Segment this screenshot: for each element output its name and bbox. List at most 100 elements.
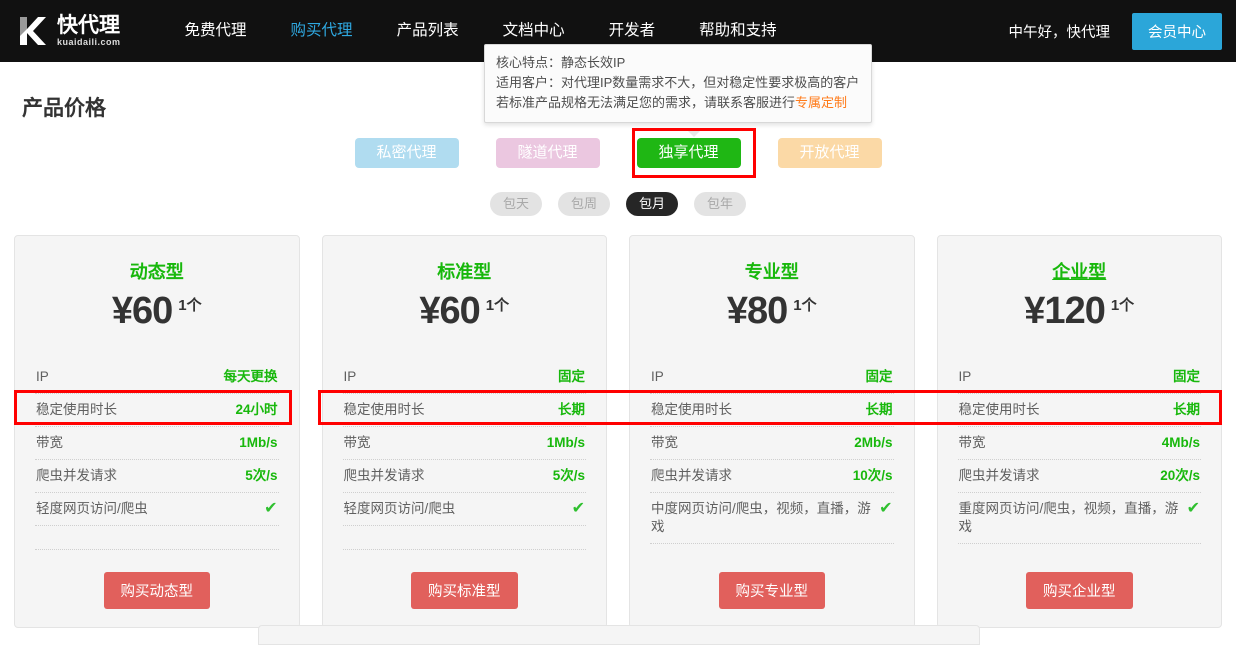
spec-value: 5次/s bbox=[553, 467, 585, 485]
tooltip-line-custom: 若标准产品规格无法满足您的需求，请联系客服进行专属定制 bbox=[496, 93, 860, 113]
duration-tab-group: 包天 包周 包月 包年 bbox=[14, 192, 1222, 216]
card-price-unit: 1个 bbox=[793, 297, 816, 314]
spec-label: 稳定使用时长 bbox=[344, 401, 433, 419]
spec-row-ip: IP 固定 bbox=[958, 361, 1202, 394]
site-logo[interactable]: 快代理 kuaidaili.com bbox=[16, 10, 121, 52]
spec-value: 2Mb/s bbox=[854, 434, 892, 452]
pricing-card: 标准型 ¥601个 IP 固定 稳定使用时长 长期 带宽 1Mb/s 爬虫并 bbox=[322, 235, 608, 628]
spec-value: 10次/s bbox=[853, 467, 893, 485]
spec-label: 轻度网页访问/爬虫 bbox=[344, 500, 464, 518]
card-price-unit: 1个 bbox=[486, 297, 509, 314]
spec-row-usage: 重度网页访问/爬虫，视频，直播，游戏 ✔ bbox=[958, 493, 1202, 544]
spec-label: IP bbox=[959, 368, 980, 386]
pricing-card-list: 动态型 ¥60 1个 IP 每天更换 稳定使用时长 24小时 带宽 1Mb/s bbox=[14, 235, 1222, 628]
spec-label: 稳定使用时长 bbox=[36, 401, 125, 419]
card-title: 企业型 bbox=[958, 258, 1202, 284]
logo-k-icon bbox=[16, 14, 50, 48]
spec-row-usage: 轻度网页访问/爬虫 ✔ bbox=[343, 493, 587, 526]
spec-label: 稳定使用时长 bbox=[651, 401, 740, 419]
spec-row-usage: 轻度网页访问/爬虫 ✔ bbox=[35, 493, 279, 526]
spec-value: 长期 bbox=[1173, 401, 1200, 419]
card-title: 标准型 bbox=[343, 258, 587, 284]
top-navigation-bar: 快代理 kuaidaili.com 免费代理 购买代理 产品列表 文档中心 开发… bbox=[0, 0, 1236, 62]
spec-label: IP bbox=[344, 368, 365, 386]
category-tab-tunnel-proxy[interactable]: 隧道代理 bbox=[496, 138, 600, 168]
spec-value: 固定 bbox=[558, 368, 585, 386]
buy-button[interactable]: 购买动态型 bbox=[104, 572, 211, 609]
card-spec-list: IP 固定 稳定使用时长 长期 带宽 2Mb/s 爬虫并发请求 10次/s 中度… bbox=[650, 361, 894, 544]
spec-label: 爬虫并发请求 bbox=[651, 467, 740, 485]
nav-link-free-proxy[interactable]: 免费代理 bbox=[163, 0, 269, 62]
spec-value: 1Mb/s bbox=[547, 434, 585, 452]
spec-value: 24小时 bbox=[235, 401, 277, 419]
spec-label: 带宽 bbox=[651, 434, 686, 452]
buy-button[interactable]: 购买专业型 bbox=[719, 572, 826, 609]
nav-link-product-list[interactable]: 产品列表 bbox=[375, 0, 481, 62]
spec-row-duration: 稳定使用时长 24小时 bbox=[35, 394, 279, 427]
member-center-button[interactable]: 会员中心 bbox=[1132, 13, 1222, 50]
spec-label: 带宽 bbox=[36, 434, 71, 452]
logo-text-en: kuaidaili.com bbox=[57, 37, 121, 48]
spec-row-concurrency: 爬虫并发请求 20次/s bbox=[958, 460, 1202, 493]
spec-label: 爬虫并发请求 bbox=[959, 467, 1048, 485]
user-greeting: 中午好，快代理 bbox=[1009, 21, 1111, 42]
duration-tab-daily[interactable]: 包天 bbox=[490, 192, 542, 216]
card-price: ¥120 1个 bbox=[958, 290, 1202, 333]
category-tab-private-proxy[interactable]: 私密代理 bbox=[355, 138, 459, 168]
spec-row-ip: IP 固定 bbox=[650, 361, 894, 394]
tooltip-line-core-feature: 核心特点：静态长效IP bbox=[496, 53, 860, 73]
buy-button[interactable]: 购买标准型 bbox=[411, 572, 518, 609]
spec-row-duration: 稳定使用时长 长期 bbox=[650, 394, 894, 427]
card-action-area: 购买专业型 bbox=[650, 550, 894, 609]
tooltip-custom-link[interactable]: 专属定制 bbox=[795, 95, 847, 110]
spec-label: 轻度网页访问/爬虫 bbox=[36, 500, 156, 518]
spec-label: 带宽 bbox=[959, 434, 994, 452]
buy-button[interactable]: 购买企业型 bbox=[1026, 572, 1133, 609]
spec-label: 稳定使用时长 bbox=[959, 401, 1048, 419]
card-price-unit: 1个 bbox=[1111, 297, 1134, 314]
spec-value: 每天更换 bbox=[224, 368, 278, 386]
category-tab-open-proxy[interactable]: 开放代理 bbox=[778, 138, 882, 168]
logo-text-cn: 快代理 bbox=[57, 15, 121, 37]
spec-value: 长期 bbox=[866, 401, 893, 419]
spec-row-spacer bbox=[343, 526, 587, 550]
duration-tab-monthly[interactable]: 包月 bbox=[626, 192, 678, 216]
card-spec-list: IP 固定 稳定使用时长 长期 带宽 1Mb/s 爬虫并发请求 5次/s 轻度网… bbox=[343, 361, 587, 550]
category-tab-dedicated-proxy[interactable]: 独享代理 bbox=[637, 138, 741, 168]
page-content: 产品价格 私密代理 隧道代理 独享代理 开放代理 包天 包周 包月 包年 动态型… bbox=[0, 92, 1236, 628]
spec-row-ip: IP 固定 bbox=[343, 361, 587, 394]
spec-value: 1Mb/s bbox=[239, 434, 277, 452]
spec-row-bandwidth: 带宽 2Mb/s bbox=[650, 427, 894, 460]
spec-label: 爬虫并发请求 bbox=[344, 467, 433, 485]
spec-row-concurrency: 爬虫并发请求 5次/s bbox=[343, 460, 587, 493]
spec-label: IP bbox=[651, 368, 672, 386]
spec-value: 固定 bbox=[866, 368, 893, 386]
spec-row-ip: IP 每天更换 bbox=[35, 361, 279, 394]
spec-row-bandwidth: 带宽 1Mb/s bbox=[343, 427, 587, 460]
spec-row-spacer bbox=[35, 526, 279, 550]
card-price-amount: ¥60 bbox=[419, 290, 479, 332]
card-action-area: 购买动态型 bbox=[35, 550, 279, 609]
checkmark-icon: ✔ bbox=[879, 500, 892, 518]
tooltip-caret-icon bbox=[687, 130, 701, 137]
spec-value: 固定 bbox=[1173, 368, 1200, 386]
spec-row-duration: 稳定使用时长 长期 bbox=[343, 394, 587, 427]
nav-right-section: 中午好，快代理 会员中心 bbox=[1009, 0, 1236, 62]
spec-row-usage: 中度网页访问/爬虫，视频，直播，游戏 ✔ bbox=[650, 493, 894, 544]
proxy-type-tooltip: 核心特点：静态长效IP 适用客户：对代理IP数量需求不大，但对稳定性要求极高的客… bbox=[484, 44, 872, 123]
spec-value: 长期 bbox=[558, 401, 585, 419]
card-price: ¥60 1个 bbox=[343, 290, 587, 333]
spec-row-duration: 稳定使用时长 长期 bbox=[958, 394, 1202, 427]
nav-link-buy-proxy[interactable]: 购买代理 bbox=[269, 0, 375, 62]
checkmark-icon: ✔ bbox=[1187, 500, 1200, 518]
card-title: 动态型 bbox=[35, 258, 279, 284]
duration-tab-weekly[interactable]: 包周 bbox=[558, 192, 610, 216]
tooltip-custom-text: 若标准产品规格无法满足您的需求，请联系客服进行 bbox=[496, 95, 795, 110]
card-price-amount: ¥120 bbox=[1024, 290, 1105, 332]
spec-value: 4Mb/s bbox=[1162, 434, 1200, 452]
spec-label: IP bbox=[36, 368, 57, 386]
spec-row-concurrency: 爬虫并发请求 5次/s bbox=[35, 460, 279, 493]
spec-row-concurrency: 爬虫并发请求 10次/s bbox=[650, 460, 894, 493]
spec-label: 带宽 bbox=[344, 434, 379, 452]
duration-tab-yearly[interactable]: 包年 bbox=[694, 192, 746, 216]
